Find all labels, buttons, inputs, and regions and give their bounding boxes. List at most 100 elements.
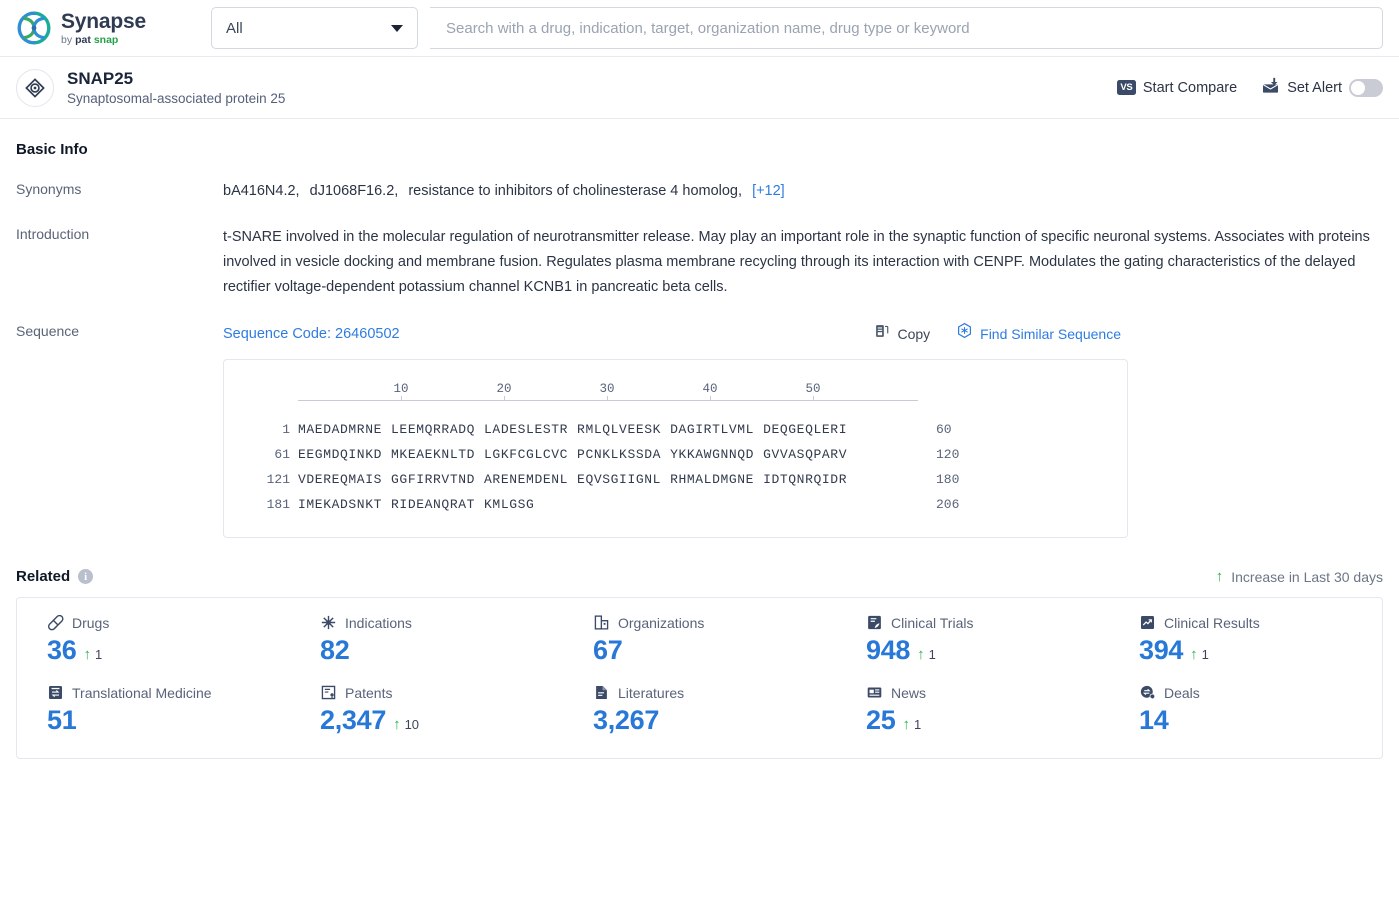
sequence-start-index: 61	[274, 447, 290, 462]
metric-deals[interactable]: Deals 14	[1109, 684, 1382, 736]
metric-translational-medicine[interactable]: Translational Medicine 51	[17, 684, 290, 736]
synonyms-label: Synonyms	[16, 181, 82, 197]
sequence-content: Sequence Code: 26460502 Copy Find Simila…	[223, 322, 1383, 538]
metric-delta-value: 1	[928, 647, 936, 663]
find-similar-label: Find Similar Sequence	[980, 325, 1121, 342]
synonyms-value: bA416N4.2, dJ1068F16.2, resistance to in…	[223, 180, 1383, 203]
brand-logo-area[interactable]: Synapse by pat snap	[16, 10, 196, 46]
metric-clinical-trials[interactable]: Clinical Trials 948 ↑ 1	[836, 614, 1109, 666]
brand-tagline: by pat snap	[61, 35, 146, 46]
main-content: Basic Info Synonyms bA416N4.2, dJ1068F16…	[0, 141, 1399, 760]
related-metrics-grid: Drugs 36 ↑ 1 Indications 82 Organization…	[17, 614, 1382, 736]
metric-patents[interactable]: Patents 2,347 ↑ 10	[290, 684, 563, 736]
hexagon-sparkle-icon	[956, 322, 973, 346]
metric-label: Drugs	[72, 614, 110, 631]
metric-delta-value: 1	[94, 647, 103, 663]
metric-drugs[interactable]: Drugs 36 ↑ 1	[17, 614, 290, 666]
metric-literatures[interactable]: Literatures 3,267	[563, 684, 836, 736]
metric-delta-value: 1	[1201, 647, 1209, 663]
set-alert-toggle[interactable]	[1349, 78, 1383, 97]
introduction-row: Introduction t-SNARE involved in the mol…	[16, 225, 1383, 300]
sequence-line: 61 EEGMDQINKD MKEAEKNLTD LGKFCGLCVC PCNKLKS…	[224, 442, 1127, 467]
metric-label: Patents	[345, 684, 393, 701]
mailbox-alert-icon	[1261, 76, 1280, 99]
related-metrics-card: Drugs 36 ↑ 1 Indications 82 Organization…	[16, 597, 1383, 760]
sequence-ruler: 10 20 30 40 50	[224, 378, 1127, 396]
sequence-end-index: 206	[936, 497, 960, 512]
basic-info-heading: Basic Info	[16, 141, 88, 158]
metric-news[interactable]: News 25 ↑ 1	[836, 684, 1109, 736]
search-box[interactable]	[430, 7, 1383, 49]
start-compare-label: Start Compare	[1142, 79, 1238, 96]
residue-block: MKEAEKNLTD	[391, 447, 476, 462]
search-scope-value: All	[226, 19, 243, 37]
sequence-row: Sequence Sequence Code: 26460502 Copy Fi…	[16, 322, 1383, 538]
deals-icon	[1139, 684, 1156, 701]
sequence-actions: Copy Find Similar Sequence	[874, 322, 1383, 346]
sequence-line: 121 VDEREQMAIS GGFIRRVTND ARENEMDENL EQVSGI…	[224, 467, 1127, 492]
residue-block: YKKAWGNNQD	[670, 447, 755, 462]
metric-delta: ↑ 10	[393, 717, 419, 736]
metric-delta: ↑ 1	[917, 647, 936, 666]
metric-delta-value: 1	[913, 717, 922, 733]
brand-pat: pat	[75, 33, 91, 46]
sequence-end-index: 60	[936, 422, 952, 437]
brand-by: by	[61, 33, 73, 46]
residue-block: RIDEANQRAT	[391, 497, 476, 512]
metric-value: 3,267	[593, 705, 660, 736]
set-alert-button[interactable]: Set Alert	[1261, 76, 1383, 99]
sequence-residues: VDEREQMAIS GGFIRRVTND ARENEMDENL EQVSGIIGNL…	[298, 468, 918, 491]
related-header: Related i ↑ Increase in Last 30 days	[16, 568, 1383, 585]
clipboard-flask-icon	[866, 614, 883, 631]
synonym-item: dJ1068F16.2,	[309, 183, 399, 199]
metric-value: 948	[866, 635, 911, 665]
brand-name: Synapse	[61, 9, 146, 33]
arrow-up-icon: ↑	[83, 646, 91, 664]
search-input[interactable]	[444, 18, 1368, 38]
news-icon	[866, 684, 883, 701]
metric-label: Clinical Results	[1164, 614, 1260, 631]
sequence-start-index: 181	[266, 497, 290, 512]
metric-organizations[interactable]: Organizations 67	[563, 614, 836, 666]
metric-label: News	[891, 684, 927, 701]
search-scope-select[interactable]: All	[211, 7, 418, 49]
arrow-up-icon: ↑	[393, 716, 401, 734]
copy-label: Copy	[897, 325, 931, 342]
metric-value: 14	[1139, 705, 1169, 736]
find-similar-sequence-button[interactable]: Find Similar Sequence	[956, 322, 1121, 346]
header-actions: VS Start Compare Set Alert	[1116, 76, 1383, 99]
related-heading: Related	[16, 568, 71, 585]
sequence-residues: MAEDADMRNE LEEMQRRADQ LADESLESTR RMLQLVEESK…	[298, 418, 918, 441]
residue-block: EEGMDQINKD	[298, 447, 383, 462]
synonym-item: bA416N4.2,	[223, 183, 300, 199]
page-subtitle: Synaptosomal-associated protein 25	[67, 91, 286, 107]
chevron-down-icon	[391, 24, 403, 32]
metric-value: 67	[593, 635, 623, 665]
residue-block: ARENEMDENL	[484, 472, 569, 487]
metric-clinical-results[interactable]: Clinical Results 394 ↑ 1	[1109, 614, 1382, 666]
sequence-label: Sequence	[16, 323, 80, 339]
sequence-code-link[interactable]: Sequence Code: 26460502	[223, 323, 400, 346]
set-alert-label: Set Alert	[1287, 79, 1342, 96]
sequence-end-index: 120	[936, 447, 960, 462]
metric-value: 25	[866, 705, 896, 736]
metric-indications[interactable]: Indications 82	[290, 614, 563, 666]
residue-block: RHMALDMGNE	[670, 472, 755, 487]
start-compare-button[interactable]: VS Start Compare	[1116, 79, 1238, 96]
sequence-start-index: 121	[266, 472, 290, 487]
sequence-ruler-line	[298, 396, 918, 401]
target-protein-icon	[16, 68, 54, 107]
synonyms-more-link[interactable]: [+12]	[752, 183, 785, 199]
synapse-logo-icon	[16, 10, 52, 46]
metric-label: Clinical Trials	[891, 614, 974, 631]
info-circle-icon[interactable]: i	[78, 569, 94, 584]
building-icon	[593, 614, 610, 631]
metric-delta: ↑ 1	[83, 647, 102, 666]
metric-label: Literatures	[618, 684, 685, 701]
sequence-line: 181 IMEKADSNKT RIDEANQRAT KMLGSG 206	[224, 492, 1127, 517]
sequence-ruler-ticks: 10 20 30 40 50	[298, 378, 918, 396]
residue-block: LEEMQRRADQ	[391, 422, 476, 437]
metric-label: Translational Medicine	[72, 684, 212, 701]
copy-sequence-button[interactable]: Copy	[874, 323, 930, 346]
synonym-item: resistance to inhibitors of cholinestera…	[408, 183, 743, 199]
